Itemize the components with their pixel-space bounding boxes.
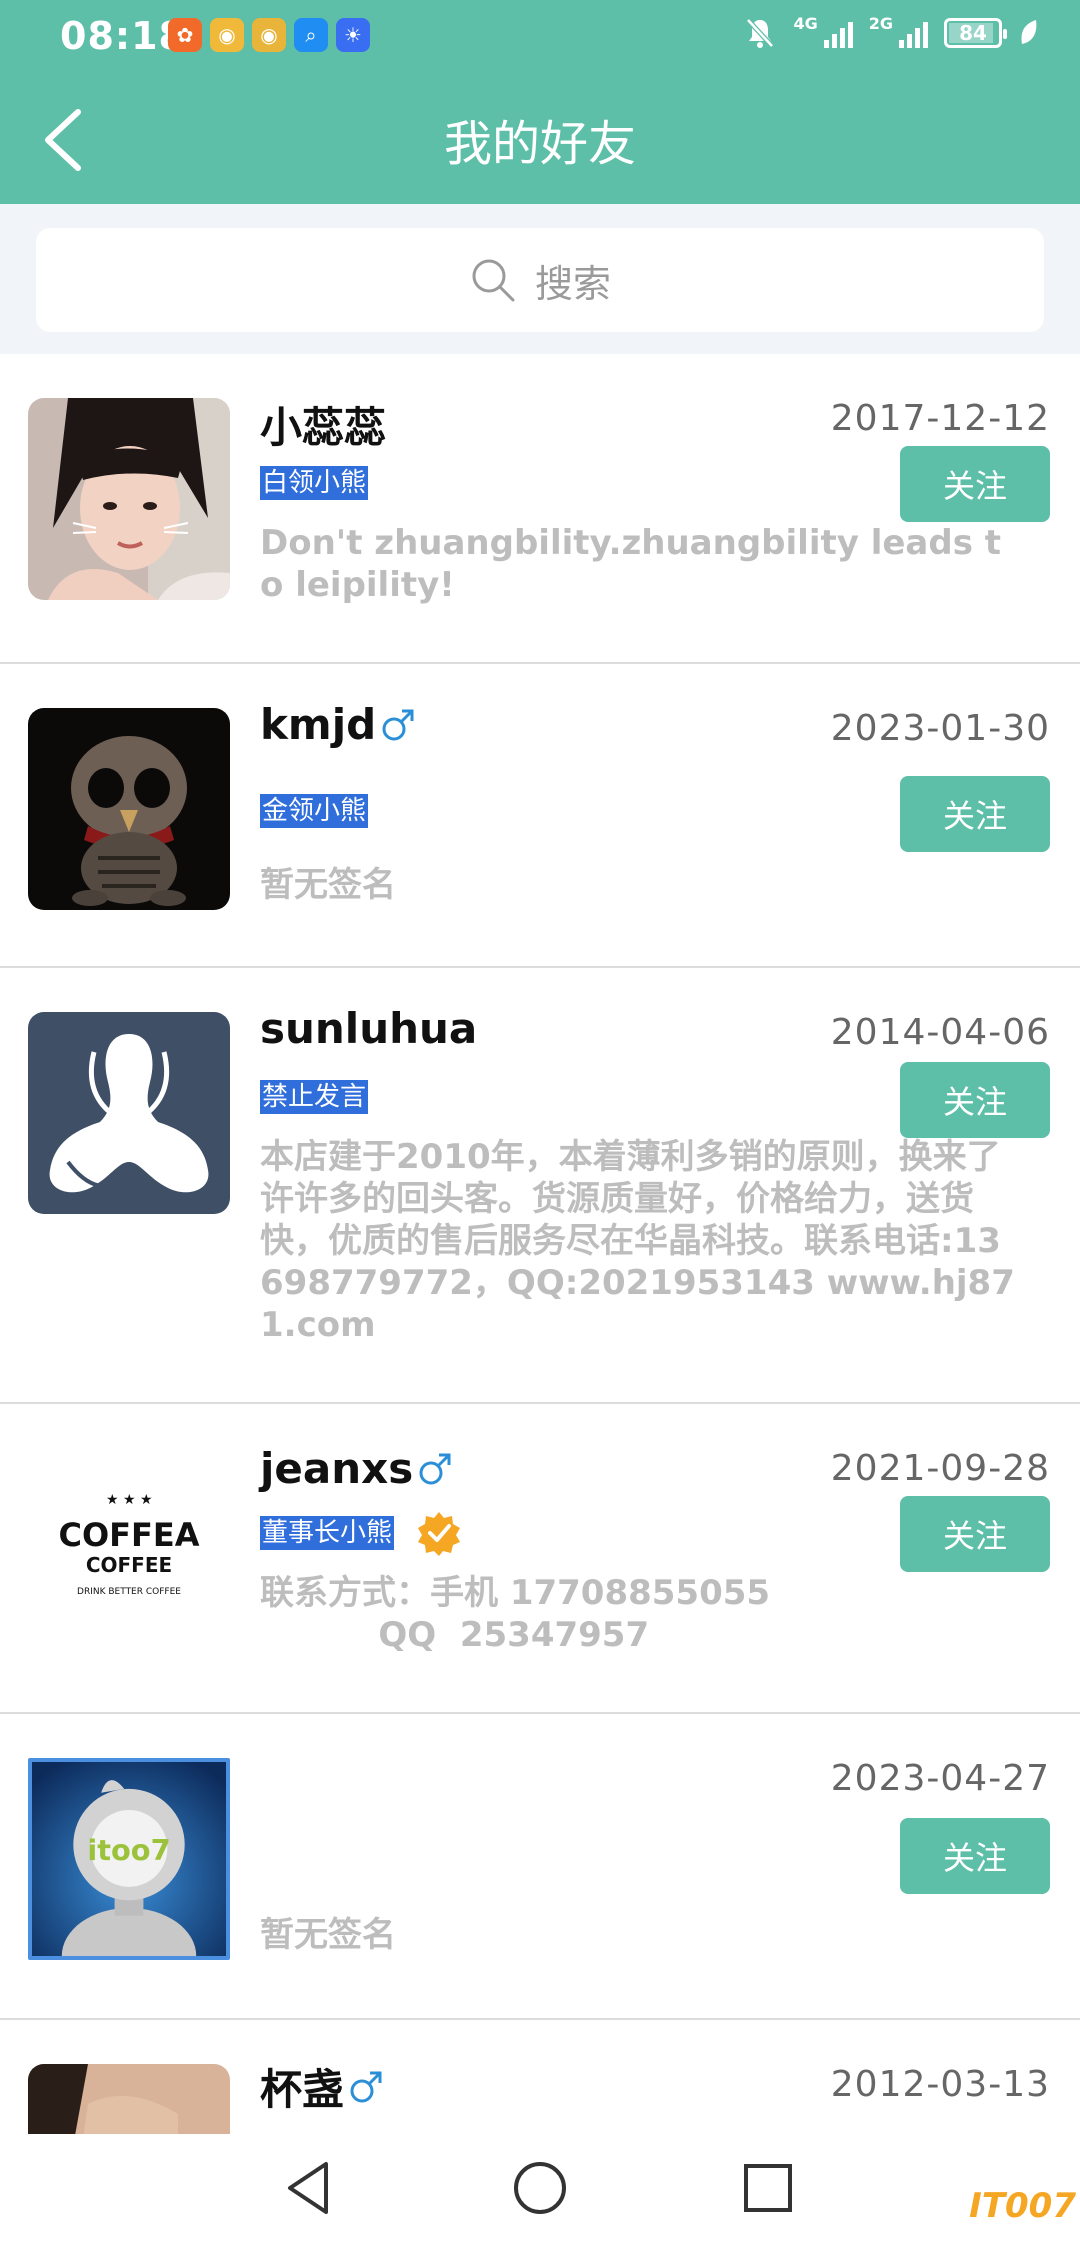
friend-signature: 暂无签名 xyxy=(260,865,396,905)
name-row: 小蕊蕊 xyxy=(260,394,386,455)
nav-recents-icon[interactable] xyxy=(738,2158,798,2218)
svg-text:★ ★ ★: ★ ★ ★ xyxy=(106,1492,153,1508)
app-header: 08:18 ✿ ◉ ◉ ⌕ ☀ 4G 2G 84 我的好友 xyxy=(0,0,1080,204)
coffee-logo-avatar: ★ ★ ★ COFFEA COFFEE DRINK BETTER COFFEE xyxy=(28,1448,230,1650)
search-icon xyxy=(472,259,515,302)
watermark: IT007 xyxy=(969,2186,1076,2226)
level-tag: 金领小熊 xyxy=(260,794,369,828)
friend-avatar[interactable] xyxy=(28,708,230,910)
nav-home-icon[interactable] xyxy=(510,2158,570,2218)
friend-date: 2017-12-12 xyxy=(830,398,1050,439)
network-type-label: 2G xyxy=(868,14,893,33)
friend-avatar[interactable] xyxy=(28,398,230,600)
friend-item[interactable]: 小蕊蕊 白领小熊 2017-12-12 关注 Don't zhuangbilit… xyxy=(0,354,1080,664)
search-input[interactable]: 搜索 xyxy=(36,228,1044,332)
friend-avatar[interactable]: ★ ★ ★ COFFEA COFFEE DRINK BETTER COFFEE xyxy=(28,1448,230,1650)
friend-signature: 暂无签名 xyxy=(260,1915,396,1955)
friend-date: 2023-04-27 xyxy=(830,1758,1050,1799)
avatar-logo-text: COFFEE xyxy=(86,1553,172,1577)
level-tag: 白领小熊 xyxy=(260,466,369,500)
search-placeholder: 搜索 xyxy=(534,261,611,306)
friend-name: 小蕊蕊 xyxy=(260,403,387,452)
name-row: sunluhua xyxy=(260,1004,477,1053)
friend-avatar[interactable]: itoo7 xyxy=(28,1758,230,1960)
friend-date: 2023-01-30 xyxy=(830,708,1050,749)
bell-muted-icon xyxy=(746,18,775,48)
friend-item[interactable]: itoo7 2023-04-27 关注 暂无签名 xyxy=(0,1714,1080,2020)
friend-date: 2021-09-28 xyxy=(830,1448,1050,1489)
bulb-notification-icon: ☀ xyxy=(336,18,370,52)
battery-level: 84 xyxy=(959,21,987,45)
name-row: kmjd xyxy=(260,700,416,749)
itoo7-mascot-avatar: itoo7 xyxy=(32,1762,226,1956)
avatar-logo-text: DRINK BETTER COFFEE xyxy=(77,1587,181,1597)
friend-signature: 本店建于2010年，本着薄利多销的原则，换来了许许多的回头客。货源质量好，价格给… xyxy=(260,1137,1015,1345)
notification-icons: ✿ ◉ ◉ ⌕ ☀ xyxy=(168,18,370,52)
network-type-label: 4G xyxy=(793,14,818,33)
signal-icon xyxy=(899,18,928,48)
status-indicators: 4G 2G 84 xyxy=(743,16,1040,50)
search-area: 搜索 xyxy=(0,204,1080,354)
girl-photo-avatar xyxy=(28,398,230,600)
friend-list: 小蕊蕊 白领小熊 2017-12-12 关注 Don't zhuangbilit… xyxy=(0,354,1080,2220)
male-gender-icon xyxy=(382,709,414,740)
app-notification-icon: ✿ xyxy=(168,18,202,52)
friend-date: 2012-03-13 xyxy=(830,2064,1050,2105)
system-nav-bar: IT007 xyxy=(0,2134,1080,2244)
friend-name: jeanxs xyxy=(260,1444,414,1493)
level-tag: 禁止发言 xyxy=(260,1080,369,1114)
follow-button[interactable]: 关注 xyxy=(900,1818,1050,1894)
nav-back-icon[interactable] xyxy=(280,2158,340,2218)
name-row: 杯盏 xyxy=(260,2056,384,2117)
status-bar: 08:18 ✿ ◉ ◉ ⌕ ☀ 4G 2G 84 xyxy=(0,0,1080,72)
follow-button[interactable]: 关注 xyxy=(900,776,1050,852)
avatar-logo-text: COFFEA xyxy=(58,1516,199,1554)
friend-name: sunluhua xyxy=(260,1004,478,1053)
weibo-notification-icon: ◉ xyxy=(210,18,244,52)
page-title: 我的好友 xyxy=(443,116,636,172)
friend-item[interactable]: ★ ★ ★ COFFEA COFFEE DRINK BETTER COFFEE … xyxy=(0,1404,1080,1714)
friend-signature: Don't zhuangbility.zhuangbility leads to… xyxy=(260,523,1002,605)
weibo-notification-icon: ◉ xyxy=(252,18,286,52)
skull-penguin-avatar xyxy=(28,708,230,910)
male-gender-icon xyxy=(419,1453,451,1484)
follow-button[interactable]: 关注 xyxy=(900,1496,1050,1572)
follow-button[interactable]: 关注 xyxy=(900,446,1050,522)
friend-item[interactable]: kmjd 金领小熊 2023-01-30 关注 暂无签名 xyxy=(0,664,1080,968)
propeller-logo-avatar xyxy=(28,1012,230,1214)
search-app-notification-icon: ⌕ xyxy=(294,18,328,52)
leaf-icon xyxy=(1021,20,1037,44)
friend-name: kmjd xyxy=(260,700,377,749)
male-gender-icon xyxy=(350,2071,382,2102)
verified-badge-icon xyxy=(418,1512,460,1556)
friend-signature: 联系方式：手机 17708855055 QQ 25347957 xyxy=(260,1573,771,1655)
name-row: jeanxs xyxy=(260,1444,453,1493)
friend-avatar[interactable] xyxy=(28,1012,230,1214)
battery-icon: 84 xyxy=(944,18,1007,48)
friend-date: 2014-04-06 xyxy=(830,1012,1050,1053)
follow-button[interactable]: 关注 xyxy=(900,1062,1050,1138)
friend-name: 杯盏 xyxy=(260,2065,345,2114)
friend-item[interactable]: sunluhua 禁止发言 2014-04-06 关注 本店建于2010年，本着… xyxy=(0,968,1080,1404)
level-tag: 董事长小熊 xyxy=(260,1516,395,1550)
signal-icon xyxy=(823,18,853,48)
avatar-logo-text: itoo7 xyxy=(87,1833,170,1867)
